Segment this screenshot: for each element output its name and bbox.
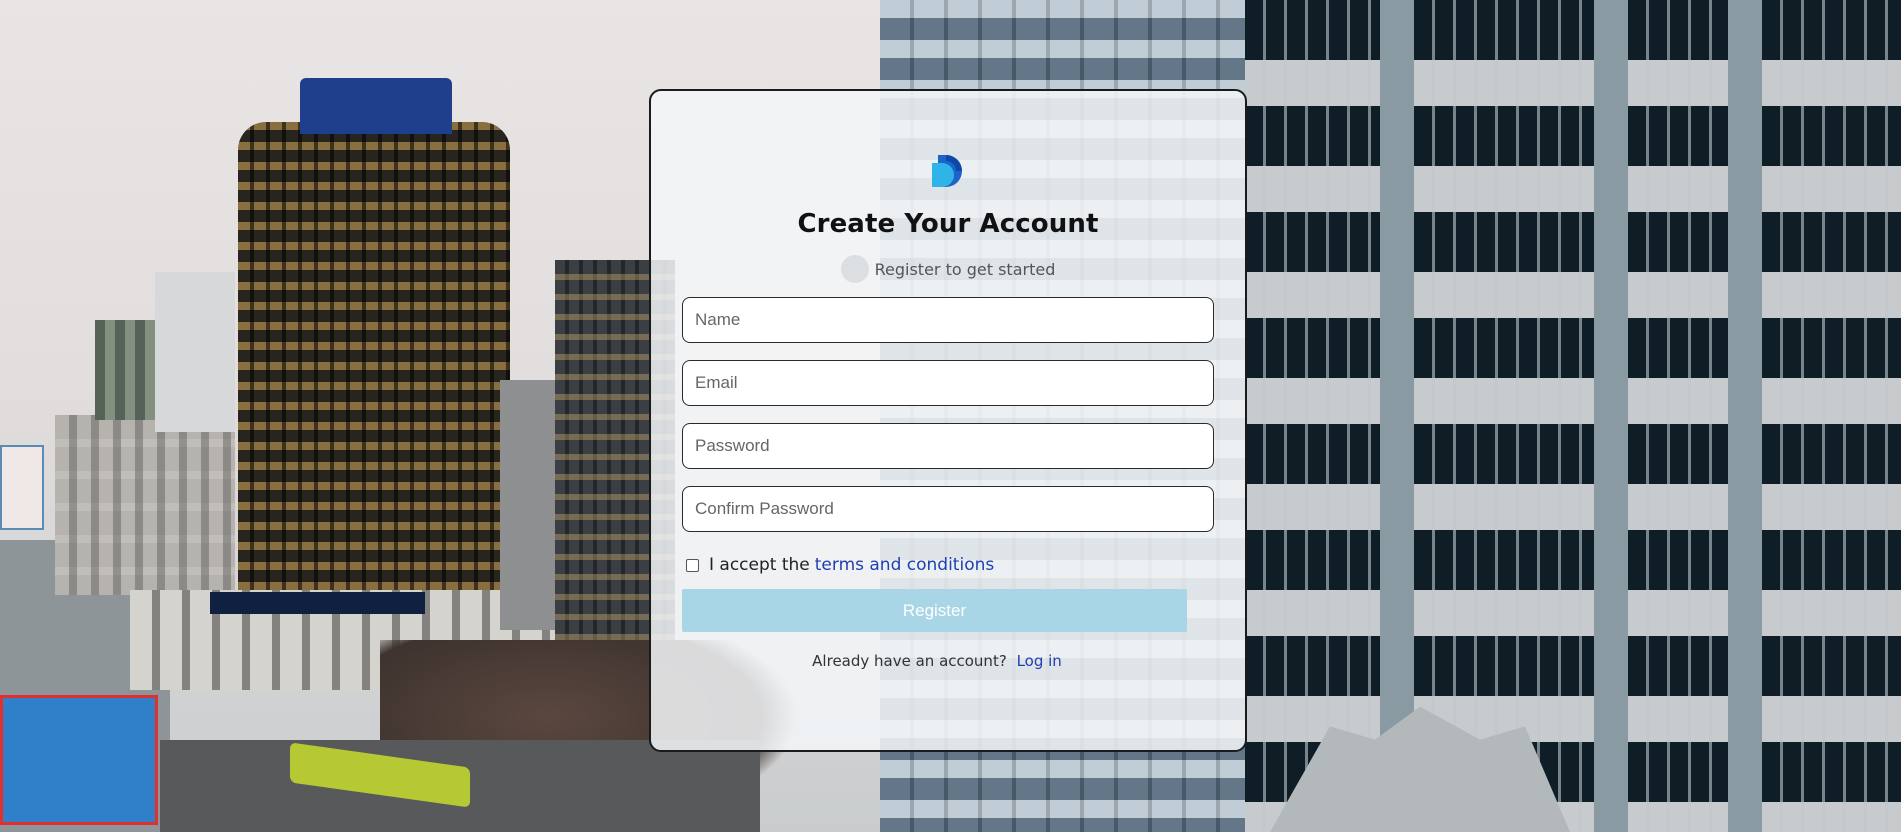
billboard: [0, 695, 158, 825]
terms-row: I accept the terms and conditions: [682, 551, 1214, 579]
confirm-password-input[interactable]: [682, 486, 1214, 532]
register-button[interactable]: Register: [682, 589, 1187, 632]
email-input[interactable]: [682, 360, 1214, 406]
name-input[interactable]: [682, 297, 1214, 343]
building: [155, 272, 235, 432]
subtitle: Register to get started: [874, 259, 1056, 279]
tsb-sign-band: [210, 592, 425, 614]
building: [500, 380, 560, 630]
register-card: Create Your Account Register to get star…: [649, 89, 1247, 752]
terms-checkbox[interactable]: [686, 558, 699, 572]
building: [55, 415, 235, 595]
terms-label: I accept the: [709, 555, 810, 575]
login-link[interactable]: Log in: [1017, 652, 1062, 670]
tsb-tower: [238, 122, 510, 602]
tsb-tower-crown: [300, 78, 452, 134]
login-prompt: Already have an account? Log in: [812, 652, 1084, 670]
page-title: Create Your Account: [797, 209, 1099, 239]
terms-link[interactable]: terms and conditions: [815, 555, 994, 575]
register-form: I accept the terms and conditions Regist…: [682, 297, 1214, 632]
office-building: [1245, 0, 1901, 832]
subtitle-row: Register to get started: [840, 255, 1056, 283]
password-input[interactable]: [682, 423, 1214, 469]
brand-d-logo-icon: [928, 151, 968, 191]
billboard: [0, 445, 44, 530]
login-prompt-text: Already have an account?: [812, 652, 1007, 670]
subtitle-decoration: [840, 255, 869, 283]
